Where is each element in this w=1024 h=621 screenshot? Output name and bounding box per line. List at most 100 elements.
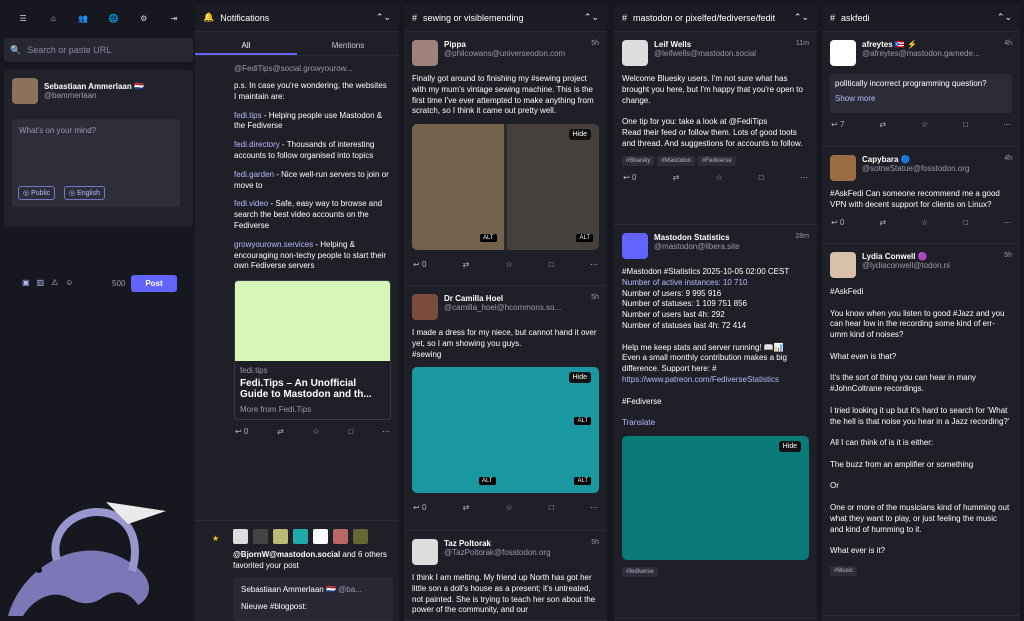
media-gallery[interactable]: Hide ALT ALT ALT xyxy=(412,367,599,494)
image-icon[interactable]: ▣ xyxy=(22,278,30,287)
translate-button[interactable]: Translate xyxy=(622,418,809,429)
more-button[interactable]: ⋯ xyxy=(1003,218,1011,227)
avatar xyxy=(412,40,438,66)
search-input[interactable]: 🔍 Search or paste URL xyxy=(4,38,193,62)
tab-all[interactable]: All xyxy=(195,36,297,55)
avatar xyxy=(412,539,438,565)
boost-button[interactable]: ⇄ xyxy=(673,173,680,182)
reply-button[interactable]: ↩ 7 xyxy=(831,120,844,129)
favorite-notification: ★ @BjornW@mastodon.social and 6 others fa… xyxy=(195,521,399,621)
compose-tools: ▣ ▥ ⚠ ☺ xyxy=(22,278,73,287)
avatar xyxy=(622,233,648,259)
link[interactable]: fedi.garden xyxy=(234,170,274,179)
favorite-button[interactable]: ☆ xyxy=(716,173,723,182)
avatar xyxy=(412,294,438,320)
mastodon-advanced-ui: ☰ ⌂ 👥 🌐 ⚙ ⇥ 🔍 Search or paste URL Sebasti… xyxy=(0,0,1024,621)
hashtag-icon: # xyxy=(830,12,836,23)
notification-text: p.s. In case you're wondering, the websi… xyxy=(234,81,387,101)
alt-badge[interactable]: ALT xyxy=(574,417,591,426)
people-icon[interactable]: 👥 xyxy=(76,11,90,25)
boost-button[interactable]: ⇄ xyxy=(277,427,284,436)
hashtag[interactable]: #Fediverse xyxy=(698,155,736,166)
mastodon-column: # mastodon or pixelfed/fediverse/fedit ⌃⌄ … xyxy=(614,4,817,621)
bookmark-button[interactable]: □ xyxy=(759,173,764,182)
favorite-button[interactable]: ☆ xyxy=(921,218,928,227)
more-button[interactable]: ⋯ xyxy=(382,427,390,436)
link-preview[interactable]: fedi.tips Fedi.Tips – An Unofficial Guide… xyxy=(234,280,391,421)
avatars xyxy=(233,529,393,544)
notification-tabs: All Mentions xyxy=(195,36,399,56)
logout-icon[interactable]: ⇥ xyxy=(167,11,181,25)
media-gallery[interactable]: Hide ALT ALT xyxy=(412,124,599,251)
status-card: Capybara 🔵 @sotneStatue@fosstodon.org 4h #A… xyxy=(822,147,1020,244)
notifications-column: 🔔 Notifications ⌃⌄ All Mentions @FediTips@s… xyxy=(195,4,399,621)
link[interactable]: fedi.tips xyxy=(234,111,262,120)
hide-button[interactable]: Hide xyxy=(568,129,591,141)
settings-icon[interactable]: ⌃⌄ xyxy=(584,12,599,23)
hashtag[interactable]: #Mastodon xyxy=(657,155,696,166)
settings-icon[interactable]: ⚙ xyxy=(137,11,151,25)
warning-icon[interactable]: ⚠ xyxy=(51,278,58,287)
bookmark-button[interactable]: □ xyxy=(963,120,968,129)
display-name: Sebastiaan Ammerlaan 🇳🇱 xyxy=(44,82,144,91)
globe-icon[interactable]: 🌐 xyxy=(107,11,121,25)
hide-button[interactable]: Hide xyxy=(568,372,591,384)
status-card: Mastodon Statistics @mastodon@libera.site… xyxy=(614,225,817,619)
settings-icon[interactable]: ⌃⌄ xyxy=(997,12,1012,23)
alt-badge[interactable]: ALT xyxy=(576,234,593,243)
link[interactable]: fedi.video xyxy=(234,199,268,208)
reply-button[interactable]: ↩ 0 xyxy=(623,173,636,182)
column-header: 🔔 Notifications ⌃⌄ xyxy=(195,4,399,32)
current-user: Sebastiaan Ammerlaan 🇳🇱 @bammerlaan xyxy=(12,78,185,104)
boost-button[interactable]: ⇄ xyxy=(463,260,470,269)
alt-badge[interactable]: ALT xyxy=(574,477,591,486)
more-button[interactable]: ⋯ xyxy=(800,173,808,182)
link[interactable]: fedi.directory xyxy=(234,140,280,149)
bookmark-button[interactable]: □ xyxy=(963,218,968,227)
show-more-button[interactable]: Show more xyxy=(835,94,1007,103)
reply-button[interactable]: ↩ 0 xyxy=(235,427,248,436)
favorite-button[interactable]: ☆ xyxy=(921,120,928,129)
link[interactable]: growyourown.services xyxy=(234,240,313,249)
bookmark-button[interactable]: □ xyxy=(549,503,554,512)
link[interactable]: https://www.patreon.com/FediverseStatist… xyxy=(622,375,809,386)
more-button[interactable]: ⋯ xyxy=(590,503,598,512)
statistics-chart-image[interactable]: Hide xyxy=(622,435,809,560)
preview-image xyxy=(235,281,390,362)
boost-button[interactable]: ⇄ xyxy=(463,503,470,512)
reply-button[interactable]: ↩ 0 xyxy=(831,218,844,227)
tab-mentions[interactable]: Mentions xyxy=(297,36,399,55)
avatar xyxy=(830,155,856,181)
settings-icon[interactable]: ⌃⌄ xyxy=(376,12,391,23)
bookmark-button[interactable]: □ xyxy=(348,427,353,436)
hashtag-icon: # xyxy=(622,12,628,23)
poll-icon[interactable]: ▥ xyxy=(37,278,45,287)
favorite-button[interactable]: ☆ xyxy=(506,260,513,269)
favorite-button[interactable]: ☆ xyxy=(313,427,320,436)
alt-badge[interactable]: ALT xyxy=(480,234,497,243)
avatar xyxy=(830,252,856,278)
reply-button[interactable]: ↩ 0 xyxy=(413,260,426,269)
hashtag[interactable]: #Music xyxy=(830,565,858,576)
post-button[interactable]: Post xyxy=(131,275,177,292)
more-button[interactable]: ⋯ xyxy=(1003,120,1011,129)
alt-badge[interactable]: ALT xyxy=(479,477,496,486)
hide-button[interactable]: Hide xyxy=(778,440,801,452)
avatar xyxy=(12,78,38,104)
boost-button[interactable]: ⇄ xyxy=(879,218,886,227)
hashtag[interactable]: #fediverse xyxy=(622,566,658,577)
boost-button[interactable]: ⇄ xyxy=(879,120,886,129)
reply-button[interactable]: ↩ 0 xyxy=(413,503,426,512)
more-button[interactable]: ⋯ xyxy=(590,260,598,269)
home-icon[interactable]: ⌂ xyxy=(46,11,60,25)
settings-icon[interactable]: ⌃⌄ xyxy=(794,12,809,23)
emoji-icon[interactable]: ☺ xyxy=(65,278,73,287)
bookmark-button[interactable]: □ xyxy=(549,260,554,269)
menu-icon[interactable]: ☰ xyxy=(16,11,30,25)
status-card: Leif Wells @leifwells@mastodon.social 11m W… xyxy=(614,32,817,225)
visibility-button[interactable]: ◎ Public xyxy=(18,186,56,200)
favorite-button[interactable]: ☆ xyxy=(506,503,513,512)
status-card: afreytes 🇵🇷 ⚡ @afreytes@mastodon.gamede..… xyxy=(822,32,1020,147)
hashtag[interactable]: #Bluesky xyxy=(622,155,655,166)
language-button[interactable]: ◎ English xyxy=(64,186,106,200)
